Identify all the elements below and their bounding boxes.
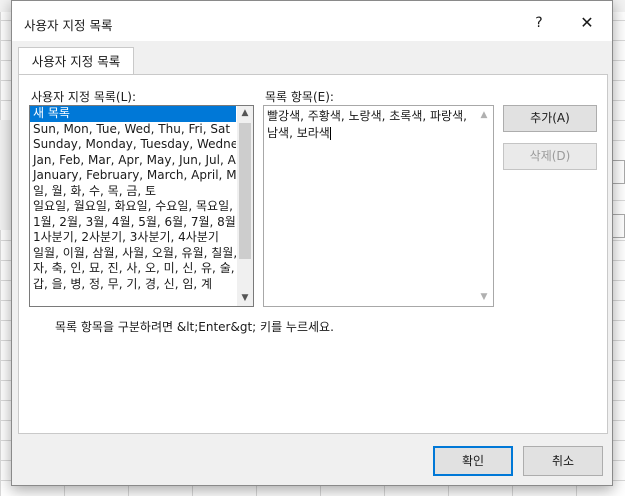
custom-list-item[interactable]: Jan, Feb, Mar, Apr, May, Jun, Jul, Aug, …	[30, 153, 236, 169]
ok-button[interactable]: 확인	[433, 446, 513, 476]
entries-hint: 목록 항목을 구분하려면 &lt;Enter&gt; 키를 누르세요.	[55, 320, 334, 334]
list-entries-textarea[interactable]: 빨강색, 주황색, 노랑색, 초록색, 파랑색, 남색, 보라색 ▲ ▼	[263, 105, 494, 307]
add-button[interactable]: 추가(A)	[503, 105, 597, 132]
text-caret	[329, 127, 331, 140]
dialog-titlebar: 사용자 지정 목록 ? ✕	[12, 1, 612, 41]
custom-list-item[interactable]: 일, 월, 화, 수, 목, 금, 토	[30, 184, 236, 200]
custom-list-item[interactable]: 1월, 2월, 3월, 4월, 5월, 6월, 7월, 8월, 9월, 10월,…	[30, 215, 236, 231]
delete-button[interactable]: 삭제(D)	[503, 143, 597, 170]
close-button[interactable]: ✕	[572, 11, 602, 35]
custom-list-item[interactable]: 새 목록	[30, 106, 236, 122]
custom-list-item[interactable]: Sunday, Monday, Tuesday, Wednesday, Thur…	[30, 137, 236, 153]
custom-list-item[interactable]: 자, 축, 인, 묘, 진, 사, 오, 미, 신, 유, 술, 해	[30, 261, 236, 277]
help-button[interactable]: ?	[524, 11, 554, 35]
custom-lists-listbox[interactable]: 새 목록 Sun, Mon, Tue, Wed, Thu, Fri, Sat Sun…	[29, 105, 254, 307]
cancel-button[interactable]: 취소	[523, 446, 603, 476]
custom-list-item[interactable]: 일월, 이월, 삼월, 사월, 오월, 유월, 칠월, 팔월, 구월, 시월, …	[30, 246, 236, 262]
list-entries-label: 목록 항목(E):	[265, 90, 334, 104]
scrollbar-thumb[interactable]	[239, 123, 251, 259]
tab-custom-lists[interactable]: 사용자 지정 목록	[18, 47, 134, 76]
list-entries-value: 빨강색, 주황색, 노랑색, 초록색, 파랑색, 남색, 보라색	[267, 109, 471, 140]
scroll-up-icon[interactable]: ▲	[237, 106, 253, 121]
custom-lists-dialog: 사용자 지정 목록 ? ✕ 사용자 지정 목록 사용자 지정 목록(L): 목록…	[11, 0, 613, 486]
custom-list-item[interactable]: January, February, March, April, May, Ju…	[30, 168, 236, 184]
dialog-title: 사용자 지정 목록	[24, 18, 113, 33]
textarea-scroll-up-icon[interactable]: ▲	[478, 110, 490, 120]
tab-panel: 사용자 지정 목록(L): 목록 항목(E): 새 목록 Sun, Mon, Tu…	[18, 74, 608, 434]
textarea-scroll-down-icon[interactable]: ▼	[478, 292, 490, 302]
listbox-scrollbar[interactable]: ▲ ▼	[237, 106, 253, 306]
scroll-down-icon[interactable]: ▼	[237, 291, 253, 306]
custom-list-item[interactable]: Sun, Mon, Tue, Wed, Thu, Fri, Sat	[30, 122, 236, 138]
custom-list-item[interactable]: 갑, 을, 병, 정, 무, 기, 경, 신, 임, 계	[30, 277, 236, 293]
custom-list-item[interactable]: 일요일, 월요일, 화요일, 수요일, 목요일, 금요일, 토요일	[30, 199, 236, 215]
custom-lists-label: 사용자 지정 목록(L):	[31, 90, 137, 104]
custom-list-item[interactable]: 1사분기, 2사분기, 3사분기, 4사분기	[30, 230, 236, 246]
custom-lists-items: 새 목록 Sun, Mon, Tue, Wed, Thu, Fri, Sat Sun…	[30, 106, 236, 292]
